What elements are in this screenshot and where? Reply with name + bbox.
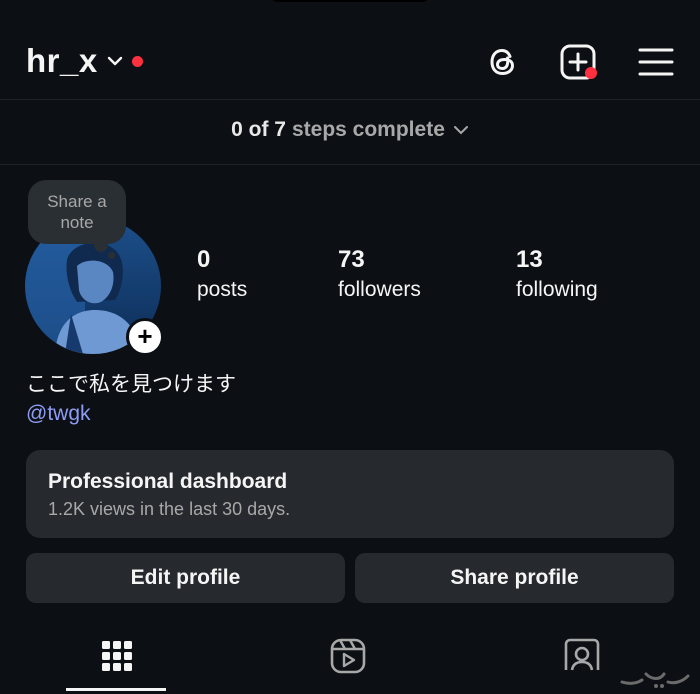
profile-page: hr_x 0 of 7 steps complete + Share a not… bbox=[0, 0, 700, 694]
note-line-1: Share a bbox=[47, 192, 107, 211]
steps-progress[interactable]: 0 of 7 steps complete bbox=[0, 112, 700, 148]
notch bbox=[270, 0, 430, 2]
watermark-logo bbox=[620, 672, 690, 688]
menu-icon[interactable] bbox=[636, 42, 676, 82]
header-divider bbox=[0, 99, 700, 100]
active-tab-indicator bbox=[66, 688, 166, 691]
plus-icon: + bbox=[137, 321, 153, 351]
notification-dot bbox=[585, 67, 597, 79]
reels-icon[interactable] bbox=[328, 636, 368, 676]
following-label: following bbox=[516, 278, 598, 301]
username: hr_x bbox=[26, 42, 98, 79]
followers-count: 73 bbox=[338, 246, 365, 273]
note-tail bbox=[94, 238, 108, 252]
share-note-bubble[interactable]: Share a note bbox=[28, 180, 126, 244]
tagged-icon[interactable] bbox=[562, 636, 602, 676]
following-stat[interactable]: 13 following bbox=[516, 246, 598, 304]
posts-stat[interactable]: 0 posts bbox=[197, 246, 247, 304]
account-switcher[interactable]: hr_x bbox=[26, 42, 143, 80]
threads-handle-link[interactable]: @twgk bbox=[26, 402, 91, 426]
note-tail bbox=[108, 252, 115, 259]
steps-label: steps complete bbox=[291, 118, 445, 141]
steps-count: 0 of 7 bbox=[231, 118, 286, 141]
chevron-down-icon bbox=[107, 56, 122, 66]
grid-icon[interactable] bbox=[97, 636, 137, 676]
share-profile-button[interactable]: Share profile bbox=[355, 553, 674, 603]
following-count: 13 bbox=[516, 246, 543, 273]
posts-label: posts bbox=[197, 278, 248, 301]
chevron-down-icon bbox=[453, 126, 468, 135]
professional-dashboard[interactable]: Professional dashboard 1.2K views in the… bbox=[26, 450, 674, 538]
add-story-button[interactable]: + bbox=[126, 318, 164, 356]
dashboard-title: Professional dashboard bbox=[48, 470, 288, 493]
dashboard-subtitle: 1.2K views in the last 30 days. bbox=[48, 499, 291, 519]
bio-text: ここで私を見つけます bbox=[26, 373, 236, 396]
threads-icon[interactable] bbox=[483, 42, 523, 82]
posts-count: 0 bbox=[197, 246, 211, 273]
note-line-2: note bbox=[60, 213, 94, 232]
followers-stat[interactable]: 73 followers bbox=[338, 246, 421, 304]
header: hr_x bbox=[0, 28, 700, 94]
steps-divider bbox=[0, 164, 700, 165]
followers-label: followers bbox=[338, 278, 421, 301]
edit-profile-button[interactable]: Edit profile bbox=[26, 553, 345, 603]
notification-dot bbox=[131, 55, 143, 67]
